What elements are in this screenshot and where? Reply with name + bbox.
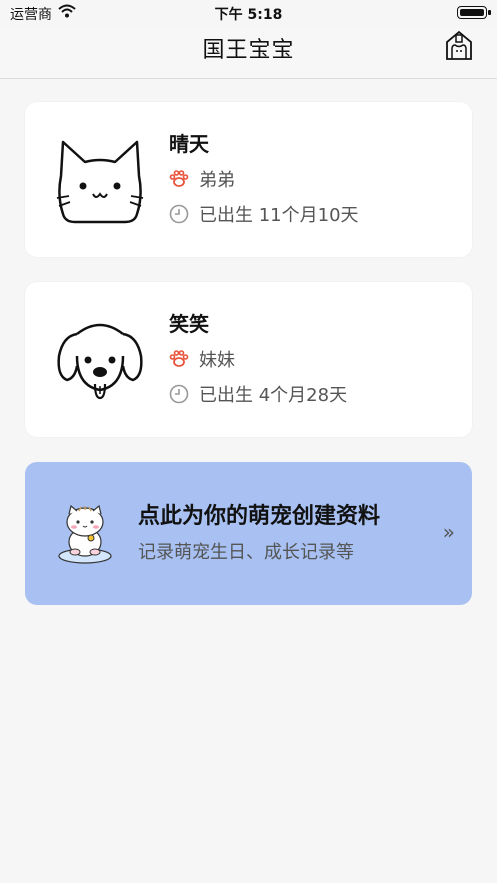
status-time: 下午 5:18 bbox=[214, 7, 283, 23]
create-subtitle: 记录萌宠生日、成长记录等 bbox=[138, 542, 354, 563]
status-bar: 运营商 下午 5:18 bbox=[0, 0, 497, 26]
double-chevron-right-icon: » bbox=[442, 520, 455, 544]
clock-icon bbox=[169, 384, 189, 404]
battery-icon bbox=[457, 6, 491, 19]
paw-icon bbox=[169, 349, 189, 369]
page-title: 国王宝宝 bbox=[202, 38, 295, 63]
dog-icon bbox=[55, 316, 145, 406]
pet-card-1[interactable]: 晴天 弟弟 已出生 11个月10天 bbox=[25, 102, 472, 257]
nav-bar: 国王宝宝 bbox=[0, 26, 497, 79]
pet-name: 晴天 bbox=[169, 132, 209, 156]
pet-age: 已出生 4个月28天 bbox=[199, 385, 348, 406]
paw-icon bbox=[169, 169, 189, 189]
pet-age-row: 已出生 4个月28天 bbox=[169, 381, 347, 407]
pet-gender-row: 妹妹 bbox=[169, 346, 235, 372]
cat-icon bbox=[55, 136, 145, 226]
cat-mascot-icon bbox=[55, 502, 115, 564]
pet-card-2[interactable]: 笑笑 妹妹 已出生 4个月28天 bbox=[25, 282, 472, 437]
create-title: 点此为你的萌宠创建资料 bbox=[138, 504, 381, 529]
house-pet-icon[interactable] bbox=[445, 30, 473, 60]
pet-age: 已出生 11个月10天 bbox=[199, 205, 359, 226]
clock-icon bbox=[169, 204, 189, 224]
pet-name: 笑笑 bbox=[169, 312, 209, 336]
pet-age-row: 已出生 11个月10天 bbox=[169, 201, 359, 227]
pet-gender: 妹妹 bbox=[199, 350, 235, 371]
pet-gender: 弟弟 bbox=[199, 170, 235, 191]
create-pet-profile-button[interactable]: 点此为你的萌宠创建资料 记录萌宠生日、成长记录等 » bbox=[25, 462, 472, 605]
pet-gender-row: 弟弟 bbox=[169, 166, 235, 192]
